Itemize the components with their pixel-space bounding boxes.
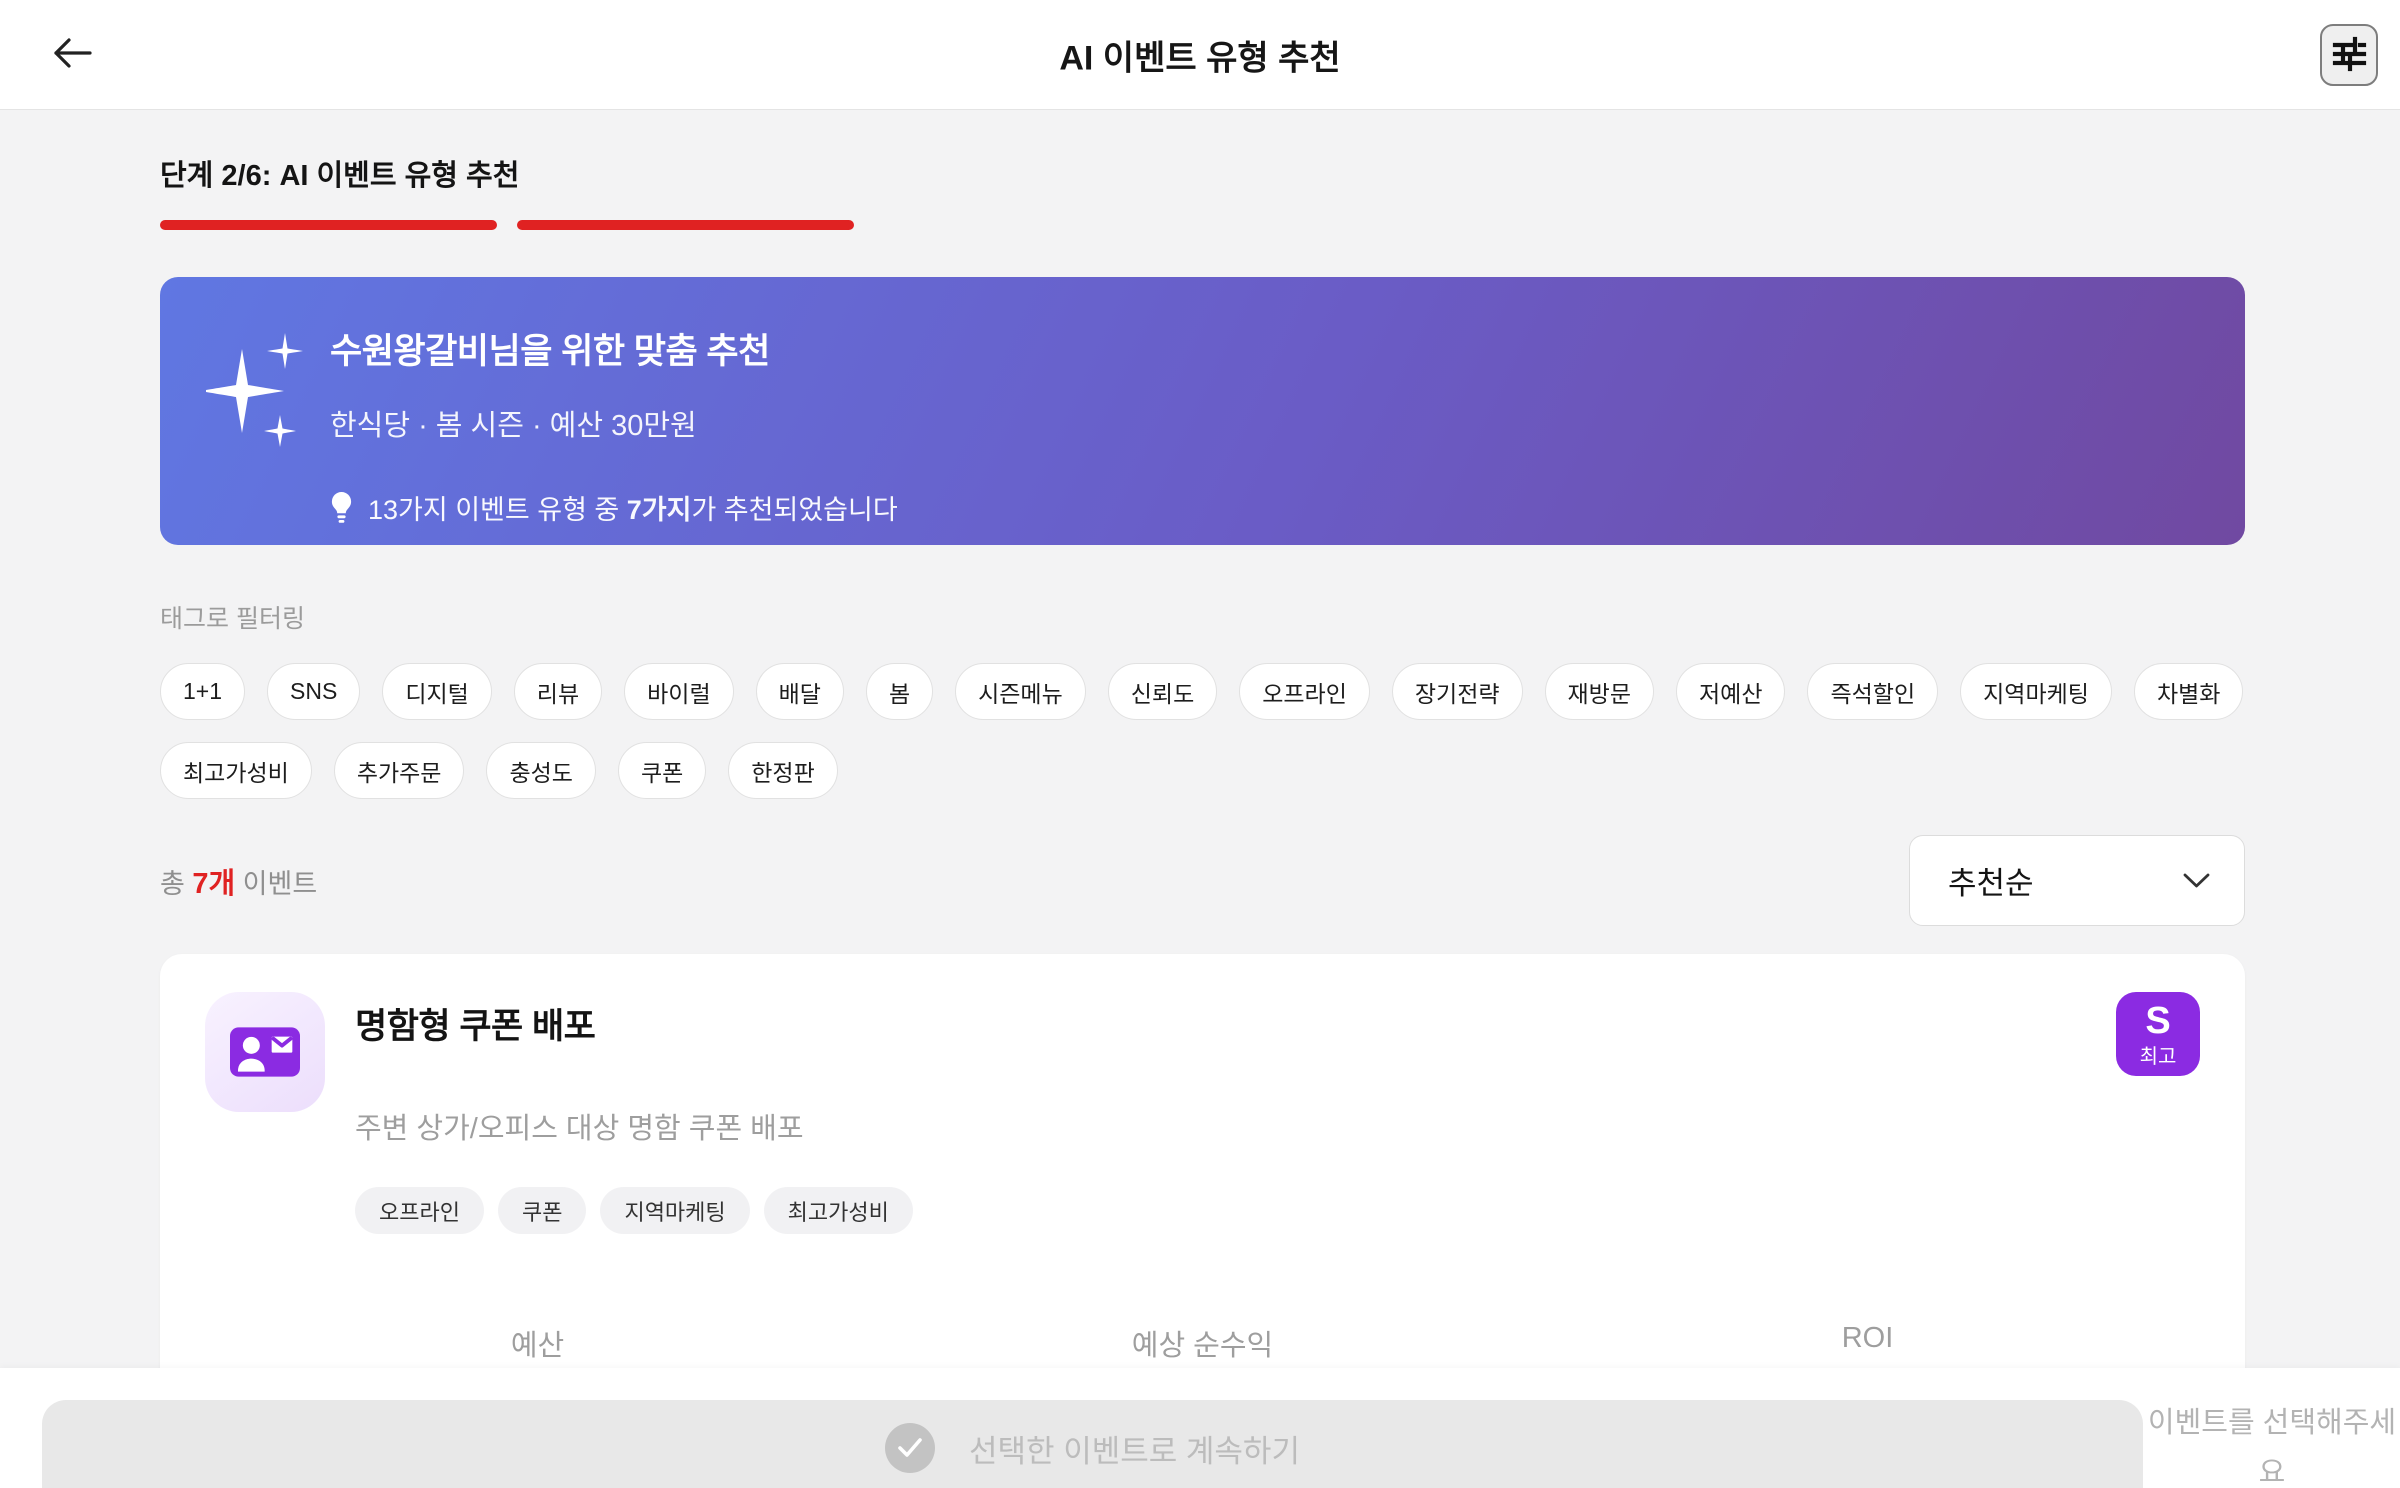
sort-dropdown[interactable]: 추천순: [1909, 835, 2245, 926]
grade-badge: S 최고: [2116, 992, 2200, 1076]
event-tag-list: 오프라인 쿠폰 지역마케팅 최고가성비: [355, 1187, 913, 1234]
lightbulb-icon: [330, 491, 353, 524]
filter-tag-pill[interactable]: 추가주문: [333, 742, 465, 799]
banner-subtitle: 한식당 · 봄 시즌 · 예산 30만원: [330, 410, 697, 442]
progress-segment: [160, 220, 497, 230]
filter-tag-pill[interactable]: 1+1: [160, 663, 246, 720]
filter-tag-pill[interactable]: 배달: [755, 663, 844, 720]
grade-letter: S: [2145, 999, 2171, 1042]
step-label: 단계 2/6: AI 이벤트 유형 추천: [160, 160, 520, 192]
filter-tag-pill[interactable]: 장기전략: [1391, 663, 1523, 720]
filter-tag-pill[interactable]: 저예산: [1676, 663, 1786, 720]
event-tag: 최고가성비: [763, 1187, 913, 1234]
filter-tag-pill[interactable]: 리뷰: [513, 663, 603, 720]
progress-bar: [160, 220, 2245, 230]
check-circle-icon: [885, 1423, 936, 1473]
event-tag: 지역마케팅: [600, 1187, 750, 1234]
grade-label: 최고: [2139, 1045, 2177, 1068]
selection-hint-text: 이벤트를 선택해주세요: [2147, 1407, 2397, 1488]
event-description: 주변 상가/오피스 대상 명함 쿠폰 배포: [355, 1113, 804, 1145]
event-count-number: 7개: [192, 867, 236, 900]
filter-tag-pill[interactable]: 최고가성비: [160, 742, 312, 799]
recommendation-banner: 수원왕갈비님을 위한 맞춤 추천 한식당 · 봄 시즌 · 예산 30만원 13…: [160, 277, 2245, 545]
contact-card-mail-icon: [225, 1012, 305, 1092]
filter-tag-pill[interactable]: 즉석할인: [1807, 663, 1939, 720]
event-tag: 쿠폰: [497, 1187, 587, 1234]
continue-button-label: 선택한 이벤트로 계속하기: [969, 1433, 1300, 1469]
header: AI 이벤트 유형 추천: [0, 0, 2400, 110]
filter-tag-pill[interactable]: 오프라인: [1239, 663, 1370, 720]
event-card-body: 명함형 쿠폰 배포 주변 상가/오피스 대상 명함 쿠폰 배포 오프라인 쿠폰 지역…: [355, 992, 913, 1234]
continue-button[interactable]: 선택한 이벤트로 계속하기: [42, 1400, 2143, 1488]
tag-filter-label: 태그로 필터링: [160, 605, 305, 633]
event-title: 명함형 쿠폰 배포: [355, 1007, 596, 1046]
filter-tag-list: 1+1 SNS 디지털 리뷰 바이럴 배달 봄 시즌메뉴 신뢰도 오프라인 장기전략 재방문 저예산 즉석…: [160, 663, 2245, 799]
sort-selected-value: 추천순: [1948, 866, 2034, 901]
filter-tag-pill[interactable]: 쿠폰: [617, 742, 707, 799]
filter-tag-pill[interactable]: 한정판: [728, 742, 838, 799]
banner-info-text: 13가지 이벤트 유형 중 7가지가 추천되었습니다: [368, 495, 898, 525]
tune-sliders-icon: [2331, 36, 2367, 75]
bottom-bar: 선택한 이벤트로 계속하기 이벤트를 선택해주세요: [0, 1368, 2400, 1488]
filter-tag-pill[interactable]: 차별화: [2133, 663, 2244, 720]
sparkles-icon: [200, 329, 306, 464]
progress-segment: [517, 220, 854, 230]
event-tag: 오프라인: [355, 1187, 484, 1234]
filter-tag-pill[interactable]: 재방문: [1544, 663, 1654, 720]
page-title: AI 이벤트 유형 추천: [1059, 39, 1341, 77]
filter-tag-pill[interactable]: 봄: [865, 663, 934, 720]
filter-tag-pill[interactable]: SNS: [267, 663, 361, 720]
results-row: 총 7개 이벤트 추천순: [160, 835, 2245, 926]
filter-tag-pill[interactable]: 바이럴: [624, 663, 734, 720]
filter-tag-pill[interactable]: 신뢰도: [1107, 663, 1218, 720]
event-icon-container: [205, 992, 325, 1112]
main-content: 단계 2/6: AI 이벤트 유형 추천 수원왕갈비님을 위한 맞춤 추천 한식…: [0, 110, 2400, 1488]
banner-title: 수원왕갈비님을 위한 맞춤 추천: [330, 332, 770, 371]
event-card-top: 명함형 쿠폰 배포 주변 상가/오피스 대상 명함 쿠폰 배포 오프라인 쿠폰 지역…: [205, 992, 2200, 1234]
banner-info: 13가지 이벤트 유형 중 7가지가 추천되었습니다: [330, 488, 2185, 527]
filter-tag-pill[interactable]: 지역마케팅: [1960, 663, 2112, 720]
filter-tag-pill[interactable]: 시즌메뉴: [955, 663, 1086, 720]
filter-tag-pill[interactable]: 디지털: [382, 663, 492, 720]
filter-tag-pill[interactable]: 충성도: [486, 742, 596, 799]
filter-settings-button[interactable]: [2320, 24, 2378, 86]
event-count: 총 7개 이벤트: [160, 867, 318, 900]
chevron-down-icon: [2183, 873, 2210, 889]
